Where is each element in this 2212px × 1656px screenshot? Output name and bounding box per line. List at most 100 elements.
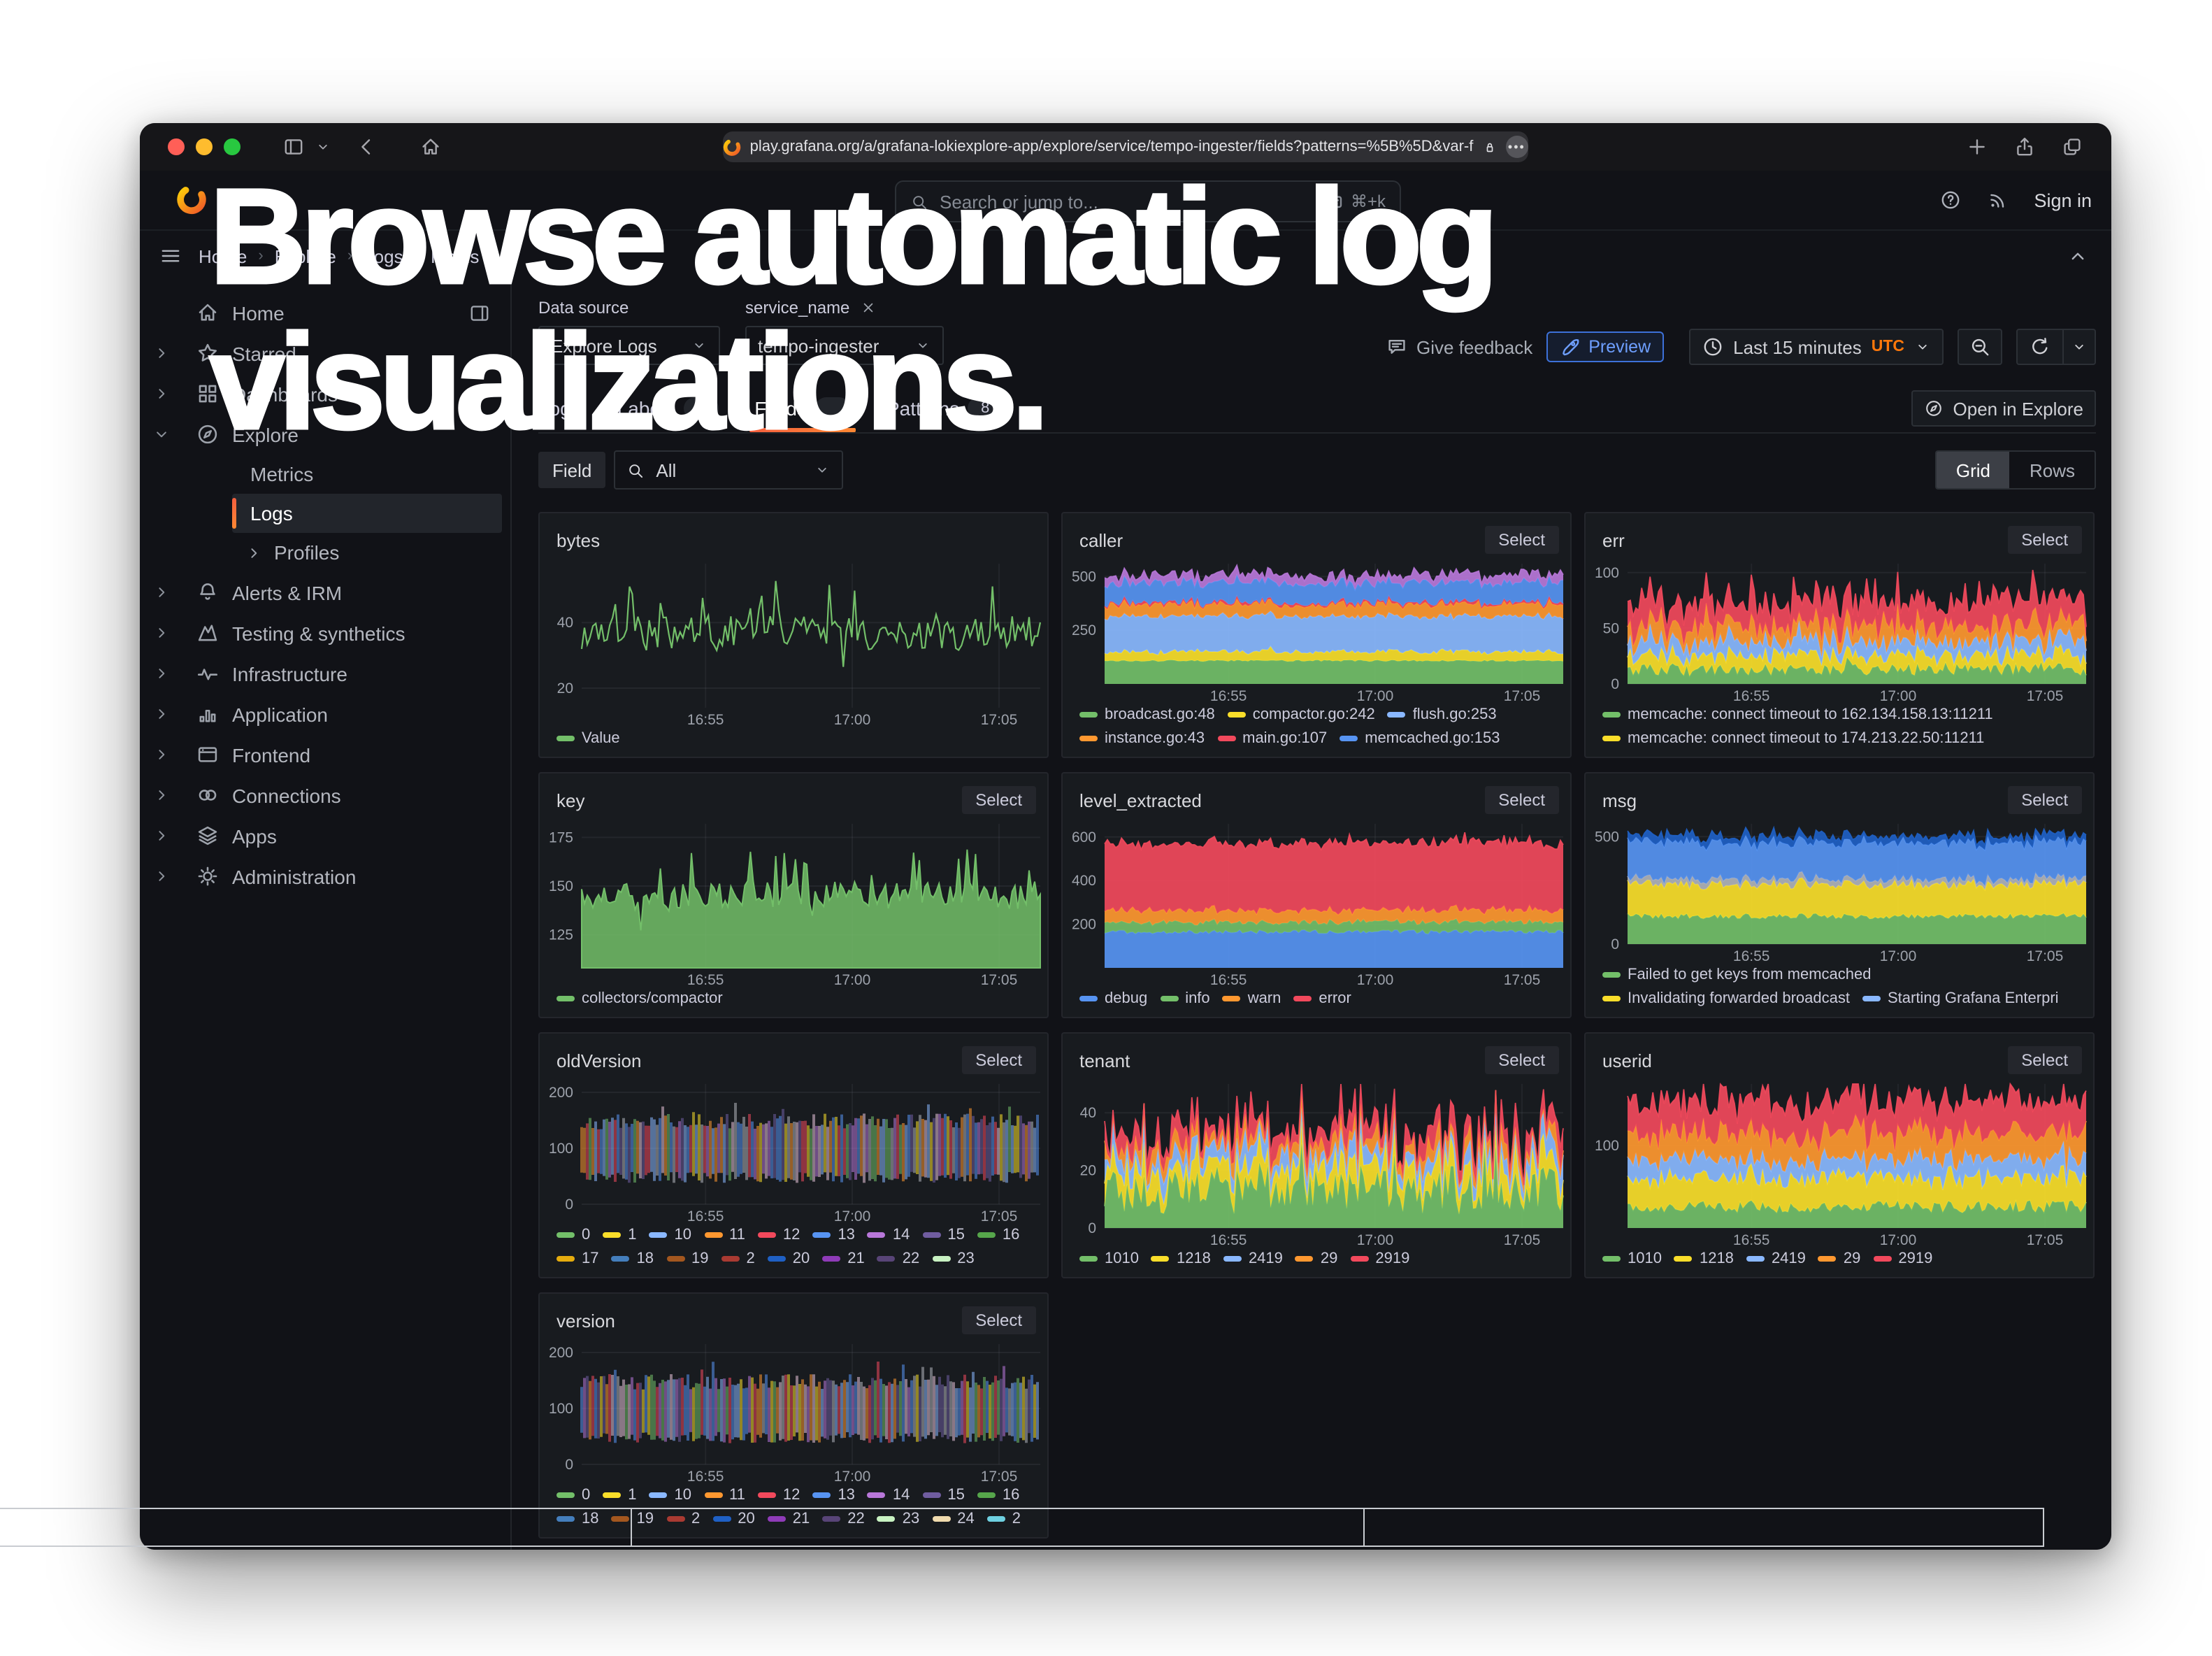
legend-item[interactable]: 11 [704, 1487, 745, 1504]
legend-item[interactable]: 1 [603, 1227, 636, 1243]
panel-select-button[interactable]: Select [2007, 786, 2082, 814]
url-more-button[interactable]: ••• [1505, 136, 1528, 158]
home-nav-icon[interactable] [414, 130, 447, 164]
legend-item[interactable]: 21 [822, 1250, 865, 1267]
view-toggle-rows[interactable]: Rows [2010, 452, 2095, 488]
preview-badge[interactable]: Preview [1546, 331, 1663, 362]
legend-item[interactable]: warn [1223, 990, 1281, 1007]
chevron-right-icon[interactable] [140, 344, 182, 362]
legend-item[interactable]: 23 [877, 1511, 920, 1527]
legend-item[interactable]: 1218 [1674, 1250, 1734, 1267]
legend-item[interactable]: collectors/compactor [556, 990, 723, 1007]
sidebar-item-apps[interactable]: Apps [140, 815, 510, 856]
legend-item[interactable]: 10 [649, 1487, 692, 1504]
legend-item[interactable]: 18 [612, 1250, 654, 1267]
legend-item[interactable]: 2919 [1350, 1250, 1409, 1267]
chart-bytes[interactable]: 204016:5517:0017:05 [540, 557, 1047, 729]
legend-item[interactable]: 22 [822, 1511, 865, 1527]
panel-select-button[interactable]: Select [961, 1306, 1036, 1334]
tabs-overview-icon[interactable] [2055, 130, 2089, 164]
legend-item[interactable]: 17 [556, 1250, 599, 1267]
chevron-right-icon[interactable] [140, 705, 182, 723]
legend-item[interactable]: 2 [721, 1250, 755, 1267]
time-range-picker[interactable]: Last 15 minutes UTC [1688, 329, 1944, 365]
chart-version[interactable]: 010020016:5517:0017:05 [540, 1337, 1047, 1485]
legend-item[interactable]: 1218 [1151, 1250, 1211, 1267]
panel-select-button[interactable]: Select [2007, 1046, 2082, 1074]
legend-item[interactable]: flush.go:253 [1388, 706, 1497, 723]
panel-select-button[interactable]: Select [1484, 786, 1559, 814]
legend-item[interactable]: 15 [922, 1227, 965, 1243]
chevron-right-icon[interactable] [140, 867, 182, 885]
chevron-right-icon[interactable] [232, 543, 274, 562]
news-rss-icon[interactable] [1986, 189, 2009, 211]
refresh-interval-dropdown[interactable] [2064, 329, 2096, 365]
grafana-logo[interactable] [176, 185, 207, 215]
chart-err[interactable]: 05010016:5517:0017:05 [1586, 557, 2093, 705]
sidebar-item-infrastructure[interactable]: Infrastructure [140, 653, 510, 694]
refresh-button[interactable] [2016, 329, 2064, 365]
legend-item[interactable]: 13 [812, 1487, 855, 1504]
chart-tenant[interactable]: 0204016:5517:0017:05 [1063, 1077, 1570, 1249]
legend-item[interactable]: 0 [556, 1487, 590, 1504]
chevron-right-icon[interactable] [140, 624, 182, 642]
panel-select-button[interactable]: Select [2007, 526, 2082, 554]
legend-item[interactable]: 1 [603, 1487, 636, 1504]
chart-level_extracted[interactable]: 20040060016:5517:0017:05 [1063, 817, 1570, 989]
legend-item[interactable]: Failed to get keys from memcached [1602, 966, 1872, 983]
chart-userid[interactable]: 10016:5517:0017:05 [1586, 1077, 2093, 1249]
help-icon[interactable] [1939, 189, 1961, 211]
panel-select-button[interactable]: Select [961, 1046, 1036, 1074]
address-bar[interactable]: play.grafana.org/a/grafana-lokiexplore-a… [723, 131, 1528, 162]
panel-select-button[interactable]: Select [1484, 526, 1559, 554]
legend-item[interactable]: memcache: connect timeout to 162.134.158… [1602, 706, 1993, 723]
chart-msg[interactable]: 050016:5517:0017:05 [1586, 817, 2093, 965]
chart-oldVersion[interactable]: 010020016:5517:0017:05 [540, 1077, 1047, 1225]
legend-item[interactable]: broadcast.go:48 [1079, 706, 1215, 723]
legend-item[interactable]: info [1160, 990, 1210, 1007]
legend-item[interactable]: memcache: connect timeout to 174.213.22.… [1602, 730, 1984, 747]
sidebar-item-application[interactable]: Application [140, 694, 510, 734]
legend-item[interactable]: 2919 [1873, 1250, 1932, 1267]
legend-item[interactable]: 2 [666, 1511, 700, 1527]
legend-item[interactable]: 19 [612, 1511, 654, 1527]
sidebar-toggle-icon[interactable] [277, 130, 310, 164]
chevron-right-icon[interactable] [140, 664, 182, 683]
view-toggle-grid[interactable]: Grid [1937, 452, 2010, 488]
sidebar-item-logs[interactable]: Logs [232, 494, 502, 533]
sidebar-item-testing-synthetics[interactable]: Testing & synthetics [140, 613, 510, 653]
legend-item[interactable]: 0 [556, 1227, 590, 1243]
legend-item[interactable]: 19 [666, 1250, 709, 1267]
zoom-window-button[interactable] [224, 138, 240, 155]
sidebar-item-frontend[interactable]: Frontend [140, 734, 510, 775]
legend-item[interactable]: 18 [556, 1511, 599, 1527]
minimize-window-button[interactable] [196, 138, 213, 155]
legend-item[interactable]: 29 [1818, 1250, 1861, 1267]
legend-item[interactable]: 2419 [1223, 1250, 1283, 1267]
legend-item[interactable]: debug [1079, 990, 1147, 1007]
legend-item[interactable]: 13 [812, 1227, 855, 1243]
legend-item[interactable]: 14 [868, 1227, 910, 1243]
legend-item[interactable]: memcached.go:153 [1340, 730, 1500, 747]
chevron-right-icon[interactable] [140, 786, 182, 804]
legend-item[interactable]: 12 [758, 1227, 800, 1243]
legend-item[interactable]: Invalidating forwarded broadcast [1602, 990, 1850, 1007]
sidebar-item-profiles[interactable]: Profiles [232, 533, 510, 572]
legend-item[interactable]: error [1293, 990, 1351, 1007]
chart-caller[interactable]: 25050016:5517:0017:05 [1063, 557, 1570, 705]
zoom-out-time-button[interactable] [1958, 329, 2002, 365]
chevron-right-icon[interactable] [140, 827, 182, 845]
chevron-right-icon[interactable] [140, 745, 182, 764]
legend-item[interactable]: 16 [977, 1487, 1020, 1504]
panel-select-button[interactable]: Select [1484, 1046, 1559, 1074]
chart-key[interactable]: 12515017516:5517:0017:05 [540, 817, 1047, 989]
close-window-button[interactable] [168, 138, 185, 155]
legend-item[interactable]: 12 [758, 1487, 800, 1504]
sidebar-item-metrics[interactable]: Metrics [232, 455, 510, 494]
legend-item[interactable]: instance.go:43 [1079, 730, 1205, 747]
collapse-panel-icon[interactable] [2067, 245, 2089, 267]
open-in-explore-button[interactable]: Open in Explore [1911, 390, 2096, 427]
legend-item[interactable]: 16 [977, 1227, 1020, 1243]
legend-item[interactable]: 1010 [1079, 1250, 1139, 1267]
legend-item[interactable]: compactor.go:242 [1228, 706, 1375, 723]
